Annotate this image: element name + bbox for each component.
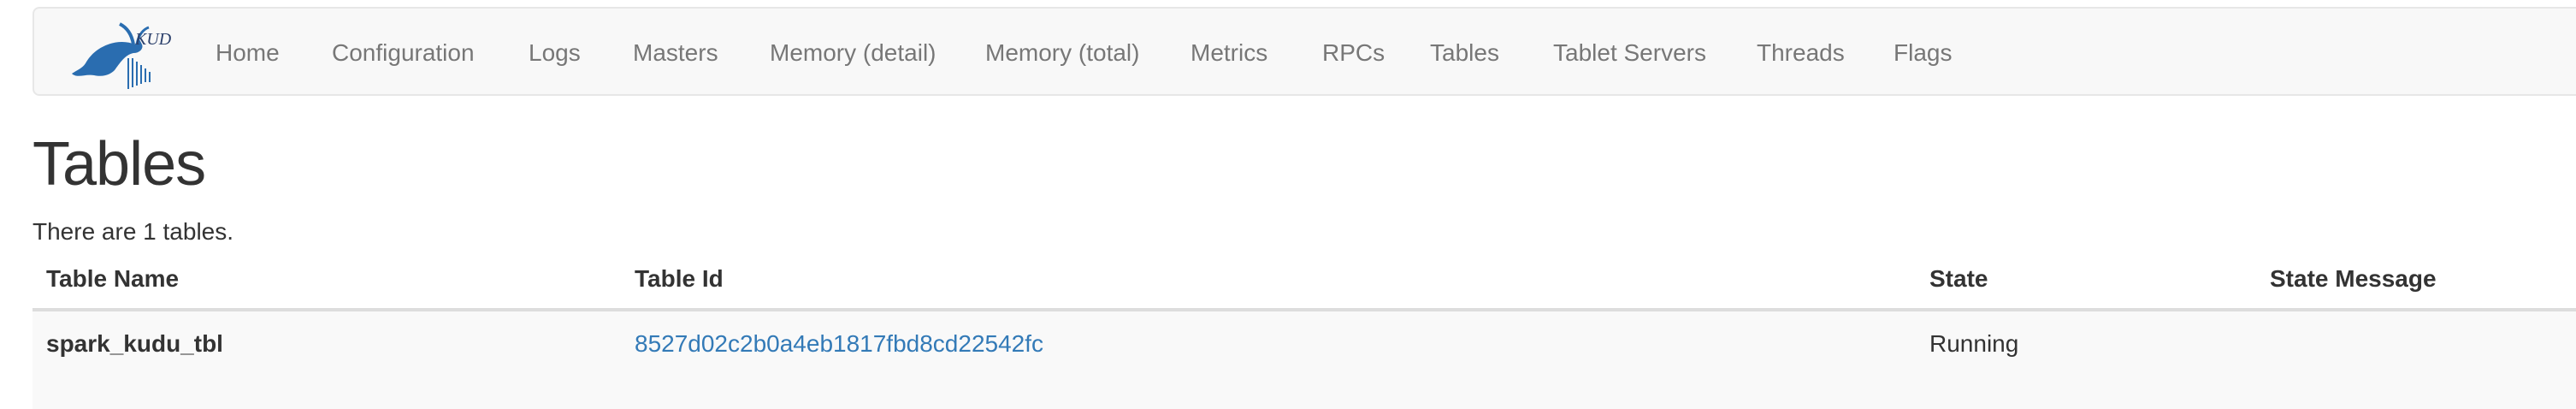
page-title: Tables: [32, 130, 206, 199]
nav-home[interactable]: Home: [216, 9, 280, 94]
kudu-logo-icon: KUDU: [72, 22, 185, 89]
nav-tablet-servers[interactable]: Tablet Servers: [1553, 9, 1706, 94]
table-state-cell: Running: [1929, 330, 2019, 357]
nav-rpcs[interactable]: RPCs: [1322, 9, 1385, 94]
tables-table: Table Name Table Id State State Message …: [32, 252, 2576, 409]
kudu-logo[interactable]: KUDU: [60, 19, 185, 91]
nav-masters[interactable]: Masters: [633, 9, 718, 94]
nav-logs[interactable]: Logs: [529, 9, 581, 94]
column-header-state[interactable]: State: [1929, 265, 1988, 293]
table-name-cell: spark_kudu_tbl: [46, 330, 223, 357]
nav-configuration[interactable]: Configuration: [332, 9, 475, 94]
column-header-state-message[interactable]: State Message: [2270, 265, 2437, 293]
nav-metrics[interactable]: Metrics: [1191, 9, 1267, 94]
nav-memory-detail[interactable]: Memory (detail): [770, 9, 936, 94]
table-row: [32, 311, 2576, 409]
nav-threads[interactable]: Threads: [1757, 9, 1845, 94]
kudu-logo-text: KUDU: [134, 30, 171, 49]
column-header-table-name[interactable]: Table Name: [46, 265, 179, 293]
tables-summary: There are 1 tables.: [32, 218, 234, 245]
table-header-row: Table Name Table Id State State Message: [32, 252, 2576, 311]
nav-flags[interactable]: Flags: [1894, 9, 1952, 94]
table-id-link[interactable]: 8527d02c2b0a4eb1817fbd8cd22542fc: [635, 330, 1043, 358]
nav-tables[interactable]: Tables: [1430, 9, 1499, 94]
column-header-table-id[interactable]: Table Id: [635, 265, 724, 293]
top-navbar: KUDU Home Configuration Logs Masters Mem…: [32, 7, 2576, 96]
nav-memory-total[interactable]: Memory (total): [985, 9, 1139, 94]
